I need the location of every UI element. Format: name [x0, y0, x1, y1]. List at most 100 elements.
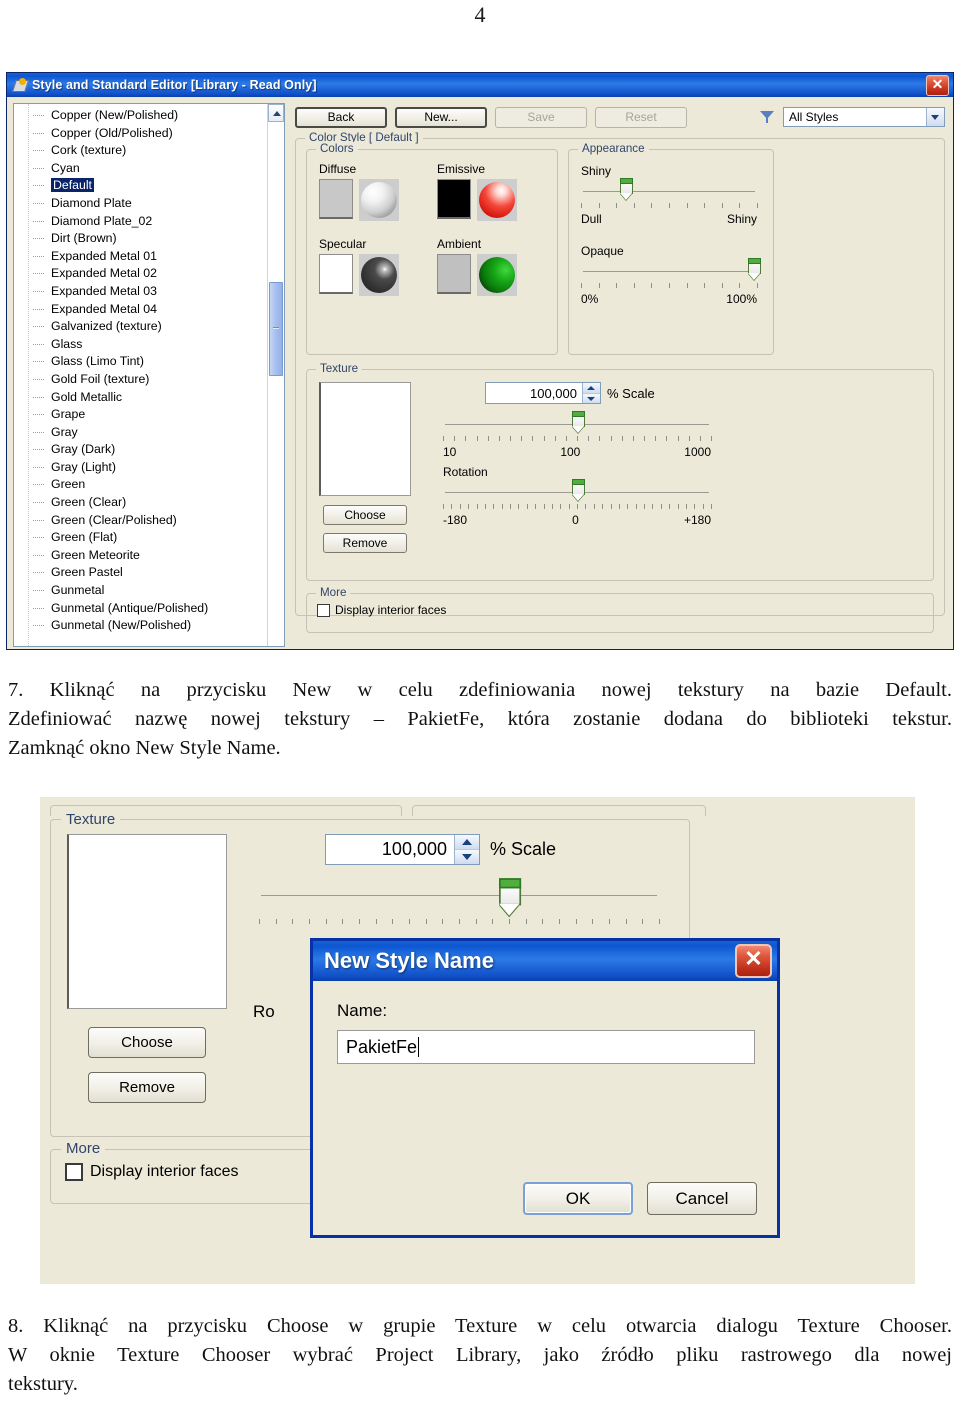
spinner-up-icon[interactable]	[583, 383, 600, 394]
opaque-slider[interactable]	[581, 258, 762, 280]
tree-item[interactable]: Expanded Metal 01	[29, 248, 284, 266]
spinner-buttons-2[interactable]	[454, 835, 479, 864]
scale-spinner[interactable]: 100,000	[485, 382, 601, 404]
chevron-down-icon[interactable]	[926, 108, 944, 126]
tree-item[interactable]: Copper (Old/Polished)	[29, 125, 284, 143]
tree-item[interactable]: Glass (Limo Tint)	[29, 353, 284, 371]
swatch-pair[interactable]	[437, 254, 517, 296]
tree-item[interactable]: Diamond Plate_02	[29, 213, 284, 231]
spinner-buttons[interactable]	[582, 383, 600, 403]
scale-spinner-2[interactable]: 100,000	[325, 834, 480, 865]
new-button[interactable]: New...	[395, 106, 487, 128]
editor-toolbar: Back New... Save Reset All Styles	[295, 105, 945, 129]
close-icon[interactable]: ✕	[926, 74, 949, 96]
scale-slider[interactable]	[443, 411, 711, 435]
scale-slider-2[interactable]	[259, 878, 659, 916]
tree-item[interactable]: Grape	[29, 406, 284, 424]
swatch-pair[interactable]	[319, 254, 399, 296]
scale-value-2[interactable]: 100,000	[326, 839, 454, 860]
step8-line3: tekstury.	[8, 1373, 78, 1395]
choose-button-2[interactable]: Choose	[88, 1027, 206, 1058]
slider-tick	[711, 436, 712, 441]
color-chip-emissive[interactable]	[437, 179, 472, 219]
remove-button-2[interactable]: Remove	[88, 1072, 206, 1103]
name-field[interactable]: PakietFe	[337, 1030, 755, 1064]
choose-button[interactable]: Choose	[323, 505, 407, 525]
tree-item[interactable]: Gunmetal (New/Polished)	[29, 617, 284, 635]
slider-thumb[interactable]	[571, 479, 585, 503]
scrollbar-thumb[interactable]	[269, 282, 283, 376]
close-icon[interactable]: ✕	[735, 944, 772, 978]
swatch-pair[interactable]	[437, 179, 517, 221]
tree-item[interactable]: Green	[29, 476, 284, 494]
scale-value[interactable]: 100,000	[486, 386, 582, 401]
sphere-ball	[479, 257, 516, 293]
tree-item[interactable]: Cyan	[29, 160, 284, 178]
tree-item[interactable]: Glass	[29, 336, 284, 354]
rotation-slider[interactable]	[443, 479, 711, 503]
slider-tick	[610, 504, 612, 509]
slider-thumb[interactable]	[748, 258, 762, 282]
display-interior-faces-checkbox[interactable]	[317, 603, 330, 617]
tree-item[interactable]: Galvanized (texture)	[29, 318, 284, 336]
back-button[interactable]: Back	[295, 106, 387, 128]
tree-item[interactable]: Green Pastel	[29, 564, 284, 582]
color-chip-diffuse[interactable]	[319, 179, 354, 219]
display-interior-faces-checkbox-2[interactable]	[65, 1163, 83, 1181]
slider-tick	[525, 919, 527, 924]
tree-item[interactable]: Diamond Plate	[29, 195, 284, 213]
slider-thumb[interactable]	[499, 878, 522, 919]
color-chip-specular[interactable]	[319, 254, 354, 294]
tree-item[interactable]: Gray (Dark)	[29, 441, 284, 459]
filter-icon[interactable]	[759, 109, 775, 125]
ok-button[interactable]: OK	[523, 1182, 633, 1215]
tree-vertical-scrollbar[interactable]	[267, 104, 284, 646]
step7-line2: Zdefiniować nazwę nowej tekstury – Pakie…	[8, 708, 952, 730]
swatch-emissive: Emissive	[437, 162, 517, 221]
tree-item[interactable]: Green (Clear)	[29, 494, 284, 512]
tree-item[interactable]: Expanded Metal 03	[29, 283, 284, 301]
remove-button[interactable]: Remove	[323, 533, 407, 553]
tree-item[interactable]: Green (Clear/Polished)	[29, 512, 284, 530]
style-tree-list[interactable]: Copper (New/Polished) Copper (Old/Polishe…	[29, 104, 284, 646]
tree-item[interactable]: Green Meteorite	[29, 547, 284, 565]
window-titlebar: Style and Standard Editor [Library - Rea…	[7, 73, 953, 97]
tree-item[interactable]: Gray	[29, 424, 284, 442]
slider-tick	[669, 504, 671, 509]
spinner-up-icon[interactable]	[455, 835, 479, 850]
scroll-up-icon[interactable]	[268, 104, 284, 122]
slider-thumb[interactable]	[571, 411, 585, 435]
step8-line1: 8. Kliknąć na przycisku Choose w grupie …	[8, 1315, 952, 1337]
tree-item-label: Green (Flat)	[51, 530, 118, 545]
style-filter-dropdown[interactable]: All Styles	[783, 107, 945, 127]
cancel-button[interactable]: Cancel	[647, 1182, 757, 1215]
tree-item[interactable]: Default	[29, 177, 284, 195]
spinner-down-icon[interactable]	[583, 393, 600, 403]
opaque-slider-block: Opaque 0% 100%	[581, 244, 762, 306]
tree-item[interactable]: Green (Flat)	[29, 529, 284, 547]
more-group: More Display interior faces	[306, 586, 934, 633]
color-chip-ambient[interactable]	[437, 254, 472, 294]
tree-item[interactable]: Dirt (Brown)	[29, 230, 284, 248]
tree-item[interactable]: Gold Metallic	[29, 389, 284, 407]
shiny-slider[interactable]	[581, 178, 757, 202]
slider-thumb[interactable]	[619, 178, 633, 202]
thumb-point	[499, 903, 520, 916]
scale-unit-label: % Scale	[607, 385, 655, 401]
tree-item[interactable]: Gold Foil (texture)	[29, 371, 284, 389]
style-tree-pane[interactable]: Copper (New/Polished) Copper (Old/Polishe…	[13, 103, 285, 647]
display-interior-faces-row[interactable]: Display interior faces	[317, 603, 933, 617]
colors-group-label: Colors	[316, 142, 358, 155]
tree-item[interactable]: Gunmetal (Antique/Polished)	[29, 600, 284, 618]
tree-item-label: Diamond Plate	[51, 195, 132, 210]
swatch-pair[interactable]	[319, 179, 399, 221]
tree-item[interactable]: Copper (New/Polished)	[29, 107, 284, 125]
spinner-down-icon[interactable]	[455, 850, 479, 864]
tree-item[interactable]: Cork (texture)	[29, 142, 284, 160]
tree-item[interactable]: Gray (Light)	[29, 459, 284, 477]
tree-item[interactable]: Gunmetal	[29, 582, 284, 600]
reset-button: Reset	[595, 106, 687, 128]
tree-item[interactable]: Expanded Metal 02	[29, 265, 284, 283]
tree-item[interactable]: Expanded Metal 04	[29, 301, 284, 319]
slider-tick	[677, 436, 679, 441]
